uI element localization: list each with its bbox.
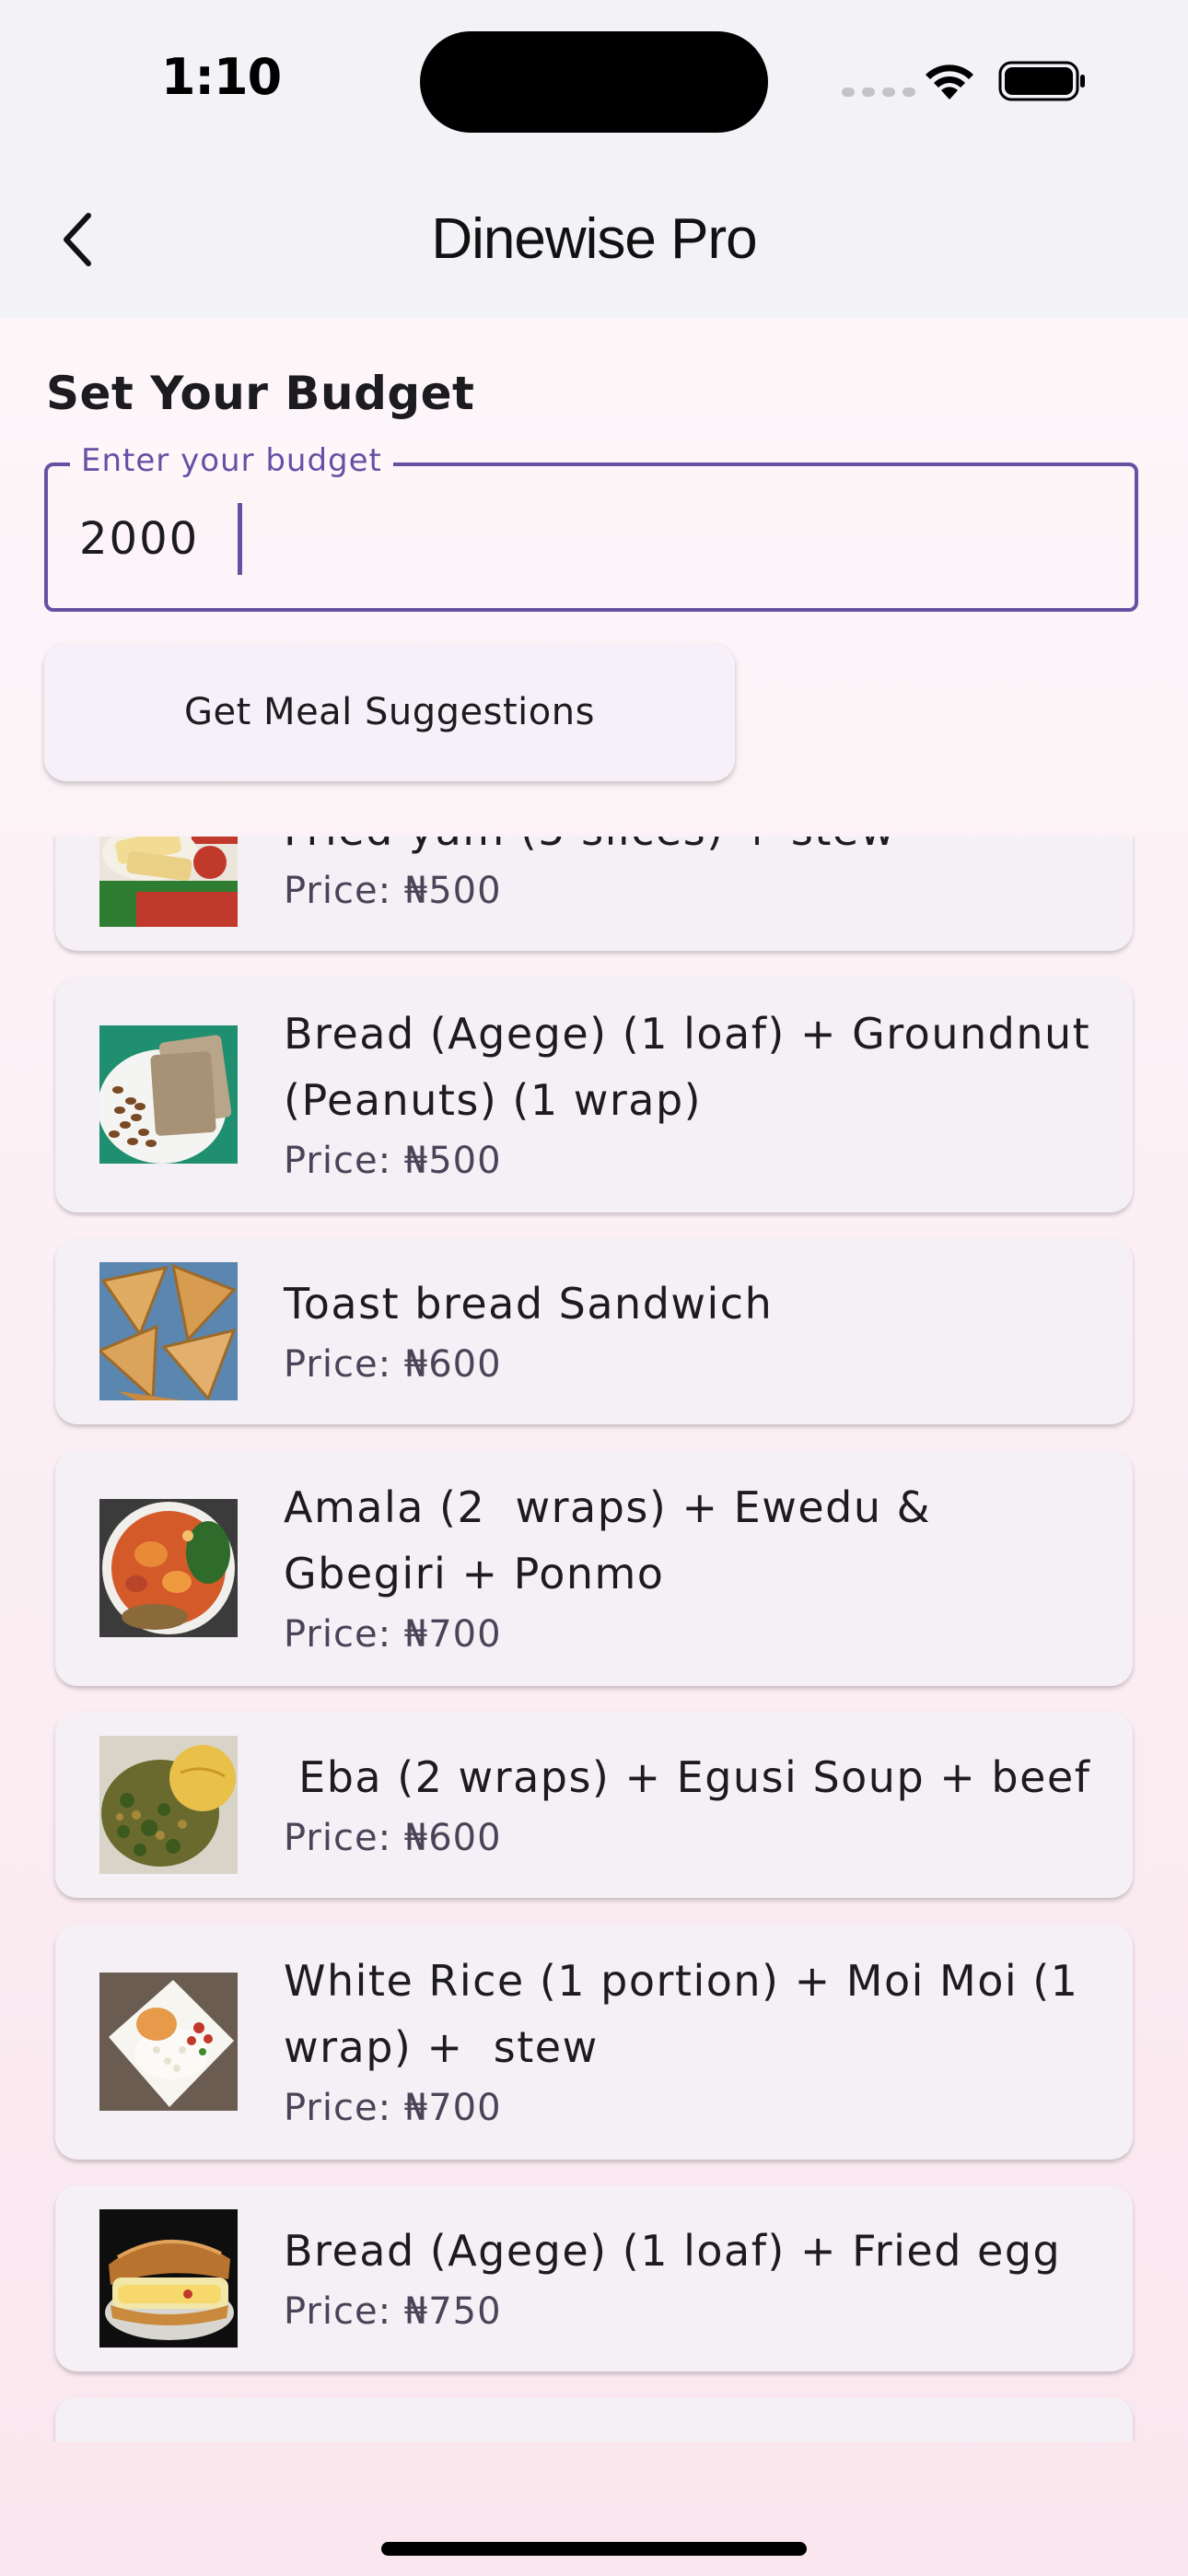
budget-heading: Set Your Budget <box>46 367 475 420</box>
meal-card-partial[interactable] <box>55 2397 1133 2441</box>
meal-card[interactable]: Fried yam (5 slices) + stew Price: ₦500 <box>55 837 1133 951</box>
cellular-signal-icon <box>842 88 915 97</box>
budget-input[interactable] <box>79 507 1092 571</box>
meal-price: Price: ₦500 <box>284 870 502 912</box>
get-meal-suggestions-button[interactable]: Get Meal Suggestions <box>44 643 735 781</box>
meal-price: Price: ₦600 <box>284 1343 502 1386</box>
budget-field-label: Enter your budget <box>70 442 393 479</box>
page-title: Dinewise Pro <box>431 207 757 271</box>
toast-sandwich-photo <box>99 1262 238 1400</box>
fried-yam-photo <box>99 837 238 927</box>
meal-card[interactable]: White Rice (1 portion) + Moi Moi (1 wrap… <box>55 1924 1133 2160</box>
meal-price: Price: ₦600 <box>284 1817 502 1859</box>
meal-price: Price: ₦750 <box>284 2290 502 2333</box>
app-bar: Dinewise Pro <box>0 166 1188 318</box>
rice-moimoi-photo <box>99 1973 238 2111</box>
meal-card[interactable]: Bread (Agege) (1 loaf) + Groundnut (Pean… <box>55 977 1133 1212</box>
wifi-icon <box>926 64 973 100</box>
home-indicator <box>381 2542 807 2556</box>
status-time: 1:10 <box>160 48 282 106</box>
dynamic-island <box>420 31 768 133</box>
meal-name: Bread (Agege) (1 loaf) + Groundnut (Pean… <box>284 1009 1106 1125</box>
budget-field[interactable]: Enter your budget <box>44 442 1138 612</box>
meal-name: Toast bread Sandwich <box>284 1279 774 1329</box>
status-bar: 1:10 <box>0 0 1188 166</box>
meal-list[interactable]: Fried yam (5 slices) + stew Price: ₦500 <box>0 837 1188 2441</box>
battery-icon <box>998 61 1085 101</box>
meal-price: Price: ₦500 <box>284 1140 502 1182</box>
meal-card[interactable]: Amala (2 wraps) + Ewedu & Gbegiri + Ponm… <box>55 1450 1133 1686</box>
bread-groundnut-photo <box>99 1025 238 1164</box>
meal-card[interactable]: Eba (2 wraps) + Egusi Soup + beef Price:… <box>55 1712 1133 1898</box>
meal-name: Amala (2 wraps) + Ewedu & Gbegiri + Ponm… <box>284 1482 947 1598</box>
meal-card[interactable]: Toast bread Sandwich Price: ₦600 <box>55 1238 1133 1424</box>
meal-price: Price: ₦700 <box>284 2087 502 2129</box>
bread-egg-photo <box>99 2209 238 2348</box>
meal-name: Eba (2 wraps) + Egusi Soup + beef <box>284 1752 1091 1802</box>
meal-name: Fried yam (5 slices) + stew <box>284 837 1101 863</box>
meal-price: Price: ₦700 <box>284 1613 502 1656</box>
meal-name: Bread (Agege) (1 loaf) + Fried egg <box>284 2226 1062 2276</box>
meal-name: White Rice (1 portion) + Moi Moi (1 wrap… <box>284 1956 1094 2072</box>
amala-photo <box>99 1499 238 1637</box>
eba-egusi-photo <box>99 1736 238 1874</box>
meal-card[interactable]: Bread (Agege) (1 loaf) + Fried egg Price… <box>55 2185 1133 2371</box>
text-cursor <box>238 503 242 575</box>
